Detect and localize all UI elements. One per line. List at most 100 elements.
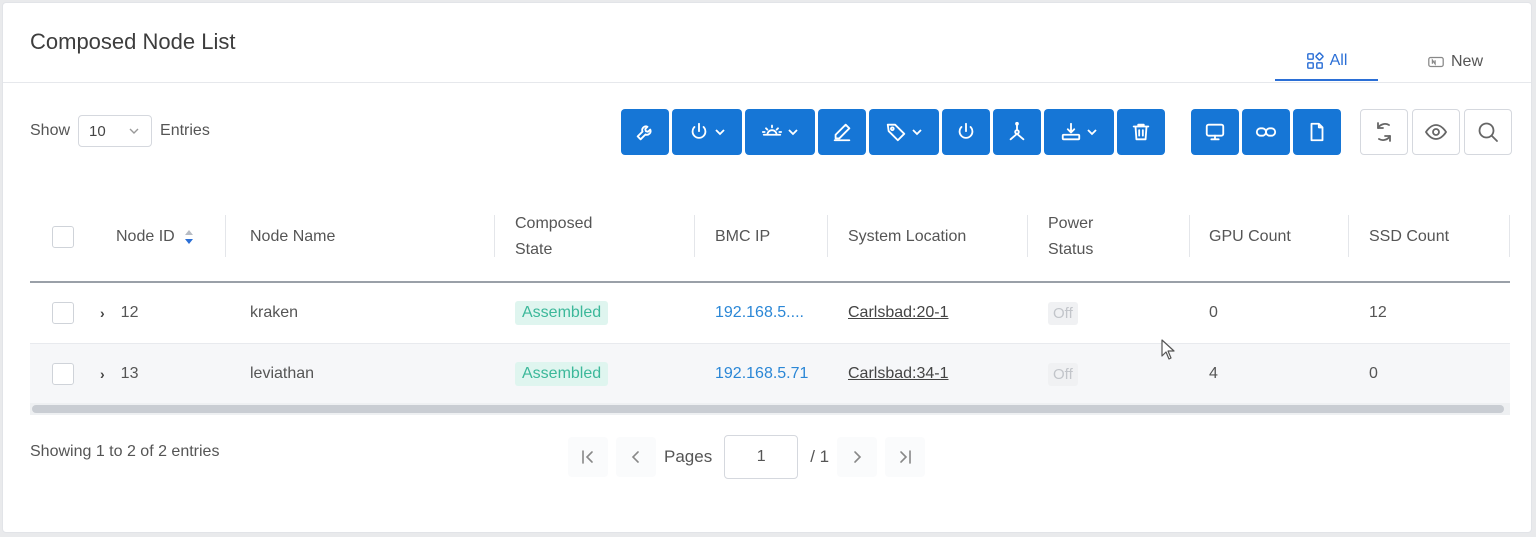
column-power-status[interactable]: Power Status [1048, 193, 1190, 281]
refresh-button[interactable] [1360, 109, 1408, 155]
column-gpu-count[interactable]: GPU Count [1209, 193, 1349, 281]
deploy-menu-button[interactable] [1044, 109, 1114, 155]
prev-page-button[interactable] [616, 437, 656, 477]
trash-icon [1132, 123, 1150, 141]
power-badge: Off [1048, 362, 1078, 386]
table-row[interactable]: › 12 kraken Assembled 192.168.5.... Carl… [30, 283, 1510, 344]
node-name: kraken [250, 304, 299, 321]
led-menu-button[interactable] [745, 109, 815, 155]
node-id: 13 [120, 365, 139, 382]
console-button[interactable] [1191, 109, 1239, 155]
tab-new[interactable]: New [1407, 43, 1503, 81]
entries-select[interactable]: 10 [78, 115, 153, 147]
node-id-cell: › 12 [100, 283, 138, 343]
chevron-down-icon [1087, 129, 1097, 136]
mouse-cursor-icon [1161, 339, 1175, 360]
composed-node-list-panel: Composed Node List All New Show 10 Entri… [2, 2, 1532, 533]
delete-button[interactable] [1117, 109, 1165, 155]
status-badge: Assembled [515, 301, 609, 325]
panel-header: Composed Node List All New [3, 3, 1531, 83]
document-button[interactable] [1293, 109, 1341, 155]
expand-row-icon[interactable]: › [100, 366, 105, 382]
system-location-link[interactable]: Carlsbad:20-1 [848, 283, 949, 343]
sort-icon[interactable] [183, 228, 195, 246]
wrench-icon [636, 125, 652, 141]
new-badge-icon [1428, 56, 1444, 68]
edit-button[interactable] [818, 109, 866, 155]
column-gpu-count-label: GPU Count [1209, 228, 1291, 245]
column-node-id[interactable]: Node ID [116, 193, 226, 281]
light-icon [761, 124, 783, 136]
last-page-icon [900, 450, 911, 464]
view-toolbar [1360, 109, 1512, 155]
row-select-cell [52, 283, 74, 343]
current-page: 1 [756, 448, 766, 465]
link-icon [1255, 127, 1277, 137]
column-ssd-count[interactable]: SSD Count [1369, 193, 1510, 281]
select-all-checkbox[interactable] [52, 226, 74, 248]
table-header: Node ID Node Name Composed State BMC IP … [30, 193, 1510, 283]
power-menu-button[interactable] [672, 109, 742, 155]
pagination: Pages 1 / 1 [568, 435, 926, 479]
tab-all-label: All [1329, 52, 1348, 69]
pencil-icon [833, 123, 851, 142]
column-node-id-label: Node ID [116, 228, 175, 245]
column-bmc-ip-label: BMC IP [715, 228, 771, 245]
monitor-icon [1205, 123, 1225, 141]
column-bmc-ip[interactable]: BMC IP [715, 193, 828, 281]
pages-label: Pages [664, 447, 713, 466]
gpu-count: 4 [1209, 365, 1218, 382]
bmc-ip-link[interactable]: 192.168.5.... [715, 283, 804, 343]
chevron-left-icon [631, 451, 639, 463]
chevron-down-icon [715, 129, 725, 136]
last-page-button[interactable] [885, 437, 926, 477]
entries-summary: Showing 1 to 2 of 2 entries [30, 443, 220, 460]
table-row[interactable]: › 13 leviathan Assembled 192.168.5.71 Ca… [30, 344, 1510, 405]
page-title: Composed Node List [30, 29, 236, 54]
entries-label: Entries [160, 122, 210, 139]
composed-state-cell: Assembled [515, 283, 609, 343]
status-badge: Assembled [515, 362, 609, 386]
expand-row-icon[interactable]: › [100, 305, 105, 321]
column-composed-state[interactable]: Composed State [515, 193, 695, 281]
secondary-toolbar [1191, 109, 1341, 155]
search-icon [1478, 122, 1498, 142]
column-composed-state-label-2: State [515, 241, 553, 258]
system-location-link[interactable]: Carlsbad:34-1 [848, 344, 949, 404]
tag-menu-button[interactable] [869, 109, 939, 155]
column-composed-state-label-1: Composed [515, 215, 593, 232]
file-icon [1310, 122, 1324, 142]
bmc-ip-text: 192.168.5.... [715, 304, 804, 321]
row-checkbox[interactable] [52, 302, 74, 324]
refresh-icon [1377, 122, 1391, 142]
row-select-cell [52, 344, 74, 404]
chevron-down-icon [788, 129, 798, 136]
column-power-status-label-1: Power [1048, 215, 1094, 232]
primary-toolbar [621, 109, 1165, 155]
maintenance-button[interactable] [621, 109, 669, 155]
link-button[interactable] [1242, 109, 1290, 155]
horizontal-scrollbar[interactable] [32, 405, 1504, 413]
node-table: Node ID Node Name Composed State BMC IP … [30, 193, 1510, 415]
power-icon [691, 122, 707, 139]
entries-per-page: Show 10 Entries [30, 115, 210, 147]
column-power-status-label-2: Status [1048, 241, 1094, 258]
show-label: Show [30, 122, 71, 139]
select-all-cell [52, 193, 74, 281]
tab-all[interactable]: All [1275, 43, 1378, 81]
power-button[interactable] [942, 109, 990, 155]
row-checkbox[interactable] [52, 363, 74, 385]
page-number-input[interactable]: 1 [724, 435, 799, 479]
view-button[interactable] [1412, 109, 1460, 155]
column-node-name[interactable]: Node Name [250, 193, 495, 281]
power-status-cell: Off [1048, 283, 1078, 343]
topology-button[interactable] [993, 109, 1041, 155]
column-system-location[interactable]: System Location [848, 193, 1028, 281]
next-page-button[interactable] [837, 437, 878, 477]
composed-state-cell: Assembled [515, 344, 609, 404]
entries-select-value: 10 [89, 122, 106, 140]
first-page-button[interactable] [568, 437, 608, 477]
search-button[interactable] [1464, 109, 1512, 155]
bmc-ip-link[interactable]: 192.168.5.71 [715, 344, 808, 404]
column-node-name-label: Node Name [250, 228, 336, 245]
